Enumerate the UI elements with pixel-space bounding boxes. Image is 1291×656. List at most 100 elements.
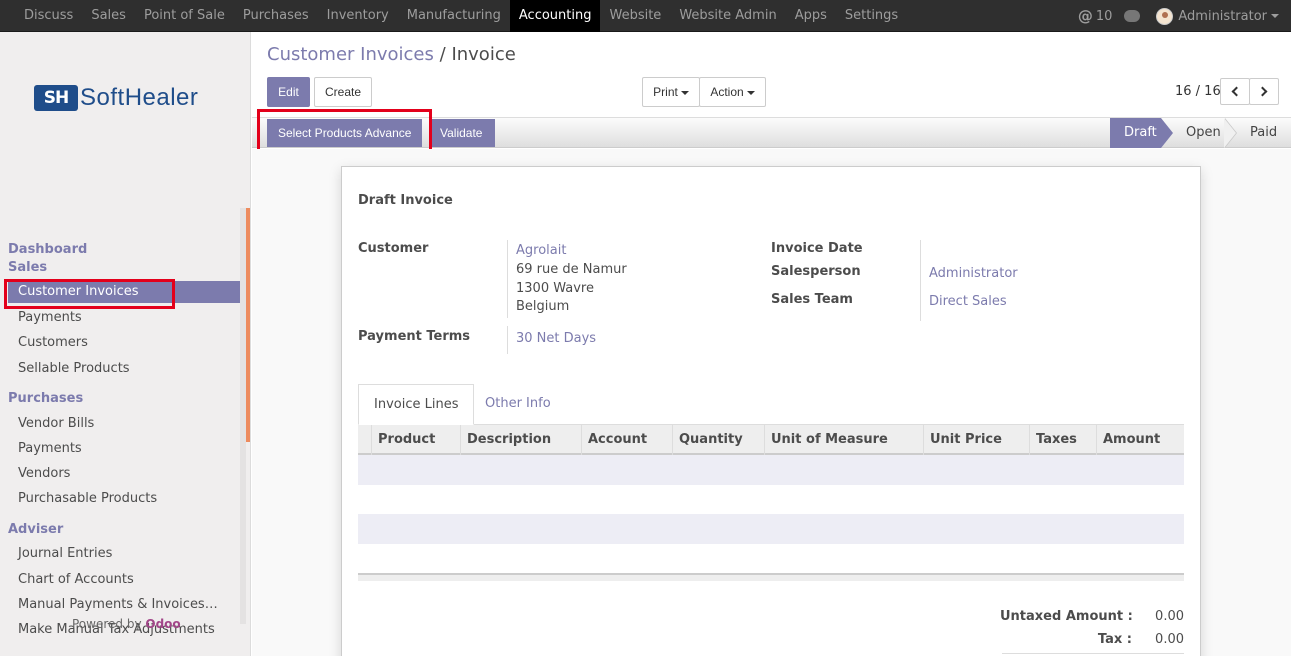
edit-button[interactable]: Edit [267, 77, 310, 107]
chevron-down-icon [1271, 14, 1279, 18]
customer-label: Customer [358, 241, 429, 256]
table-row[interactable] [358, 455, 1184, 485]
sidebar-item-vendors[interactable]: Vendors [18, 466, 70, 481]
chevron-down-icon [680, 90, 689, 95]
powered-by-brand[interactable]: Odoo [145, 617, 180, 631]
tab-invoice-lines[interactable]: Invoice Lines [358, 384, 475, 425]
sidebar-item-purchasable-products[interactable]: Purchasable Products [18, 491, 157, 506]
chevron-right-icon [1257, 86, 1268, 97]
user-name: Administrator [1178, 8, 1267, 24]
column-product[interactable]: Product [371, 425, 461, 455]
table-row[interactable] [358, 485, 1184, 515]
breadcrumb-separator: / [439, 44, 446, 65]
sidebar-section-purchases[interactable]: Purchases [8, 391, 83, 406]
field-divider [507, 326, 508, 354]
customer-address-line: 69 rue de Namur [516, 262, 627, 277]
company-logo: SH SoftHealer [34, 84, 198, 112]
stage-open[interactable]: Open [1186, 118, 1221, 148]
field-divider [920, 240, 921, 321]
breadcrumb-parent[interactable]: Customer Invoices [267, 44, 434, 65]
customer-address-line: Belgium [516, 299, 570, 314]
payment-terms-label: Payment Terms [358, 329, 471, 344]
column-quantity[interactable]: Quantity [672, 425, 764, 455]
sidebar-item-chart-of-accounts[interactable]: Chart of Accounts [18, 572, 134, 587]
create-button[interactable]: Create [314, 77, 372, 107]
untaxed-amount-value: 0.00 [1155, 609, 1184, 624]
tax-label: Tax : [1097, 632, 1132, 647]
sidebar-item-sellable-products[interactable]: Sellable Products [18, 361, 130, 376]
user-menu[interactable]: Administrator [1156, 7, 1279, 25]
powered-by-text: Powered by [72, 617, 142, 631]
sidebar-section-dashboard[interactable]: Dashboard [8, 242, 87, 257]
stage-arrow [1224, 118, 1236, 148]
menu-settings[interactable]: Settings [836, 0, 907, 32]
menu-purchases[interactable]: Purchases [234, 0, 318, 32]
menu-sales[interactable]: Sales [82, 0, 135, 32]
logo-text: SoftHealer [80, 84, 199, 111]
sidebar-section-sales[interactable]: Sales [8, 260, 47, 275]
chat-icon [1124, 10, 1141, 22]
breadcrumb: Customer Invoices / Invoice [267, 44, 516, 65]
pager-previous-button[interactable] [1220, 78, 1250, 105]
menu-inventory[interactable]: Inventory [318, 0, 398, 32]
powered-by: Powered by Odoo [72, 617, 181, 631]
column-amount[interactable]: Amount [1096, 425, 1184, 455]
action-label: Action [710, 85, 744, 99]
salesperson-label: Salesperson [771, 264, 861, 279]
sidebar-item-manual-payments[interactable]: Manual Payments & Invoices… [18, 597, 218, 612]
salesperson-link[interactable]: Administrator [929, 266, 1018, 281]
column-unit-price[interactable]: Unit Price [923, 425, 1030, 455]
menu-website[interactable]: Website [600, 0, 670, 32]
pager-next-button[interactable] [1249, 78, 1279, 105]
totals-divider [1002, 653, 1184, 654]
top-navbar: Discuss Sales Point of Sale Purchases In… [0, 0, 1291, 32]
sidebar-item-vendor-payments[interactable]: Payments [18, 441, 82, 456]
table-row[interactable] [358, 514, 1184, 544]
sidebar-section-adviser[interactable]: Adviser [8, 522, 63, 537]
tab-other-info[interactable]: Other Info [485, 384, 551, 425]
tax-value: 0.00 [1155, 632, 1184, 647]
table-footer [358, 573, 1184, 581]
print-label: Print [653, 85, 678, 99]
column-unit-of-measure[interactable]: Unit of Measure [764, 425, 924, 455]
menu-accounting[interactable]: Accounting [509, 0, 601, 32]
menu-discuss[interactable]: Discuss [15, 0, 82, 32]
chevron-down-icon [746, 90, 755, 95]
stage-arrow [1161, 118, 1173, 148]
sidebar-scrollbar[interactable] [246, 208, 250, 442]
customer-link[interactable]: Agrolait [516, 243, 566, 258]
invoice-date-label: Invoice Date [771, 241, 863, 256]
app-menu: Discuss Sales Point of Sale Purchases In… [15, 0, 907, 32]
column-account[interactable]: Account [581, 425, 672, 455]
menu-website-admin[interactable]: Website Admin [670, 0, 785, 32]
sales-team-link[interactable]: Direct Sales [929, 294, 1007, 309]
table-row[interactable] [358, 544, 1184, 574]
chevron-left-icon [1231, 86, 1242, 97]
breadcrumb-current: Invoice [451, 44, 516, 65]
payment-terms-link[interactable]: 30 Net Days [516, 331, 596, 346]
stage-draft: Draft [1110, 118, 1161, 148]
sidebar-item-journal-entries[interactable]: Journal Entries [18, 546, 112, 561]
at-icon: @ [1077, 7, 1093, 25]
column-taxes[interactable]: Taxes [1029, 425, 1097, 455]
sales-team-label: Sales Team [771, 292, 853, 307]
logo-mark: SH [34, 85, 78, 111]
sidebar-item-vendor-bills[interactable]: Vendor Bills [18, 416, 94, 431]
action-dropdown[interactable]: Action [699, 77, 766, 107]
chat-button[interactable] [1124, 10, 1146, 22]
sidebar-item-customers[interactable]: Customers [18, 335, 88, 350]
validate-button[interactable]: Validate [429, 119, 495, 147]
untaxed-amount-label: Untaxed Amount : [1000, 609, 1133, 624]
field-divider [507, 240, 508, 318]
highlight-box [4, 279, 175, 309]
customer-address-line: 1300 Wavre [516, 281, 594, 296]
print-dropdown[interactable]: Print [642, 77, 700, 107]
menu-apps[interactable]: Apps [786, 0, 836, 32]
menu-manufacturing[interactable]: Manufacturing [398, 0, 510, 32]
column-description[interactable]: Description [460, 425, 582, 455]
menu-point-of-sale[interactable]: Point of Sale [135, 0, 234, 32]
stage-paid[interactable]: Paid [1250, 118, 1277, 148]
pager-value[interactable]: 16 / 16 [1175, 84, 1221, 99]
mentions-counter[interactable]: @ 10 [1078, 7, 1113, 25]
sidebar-item-payments[interactable]: Payments [18, 310, 82, 325]
